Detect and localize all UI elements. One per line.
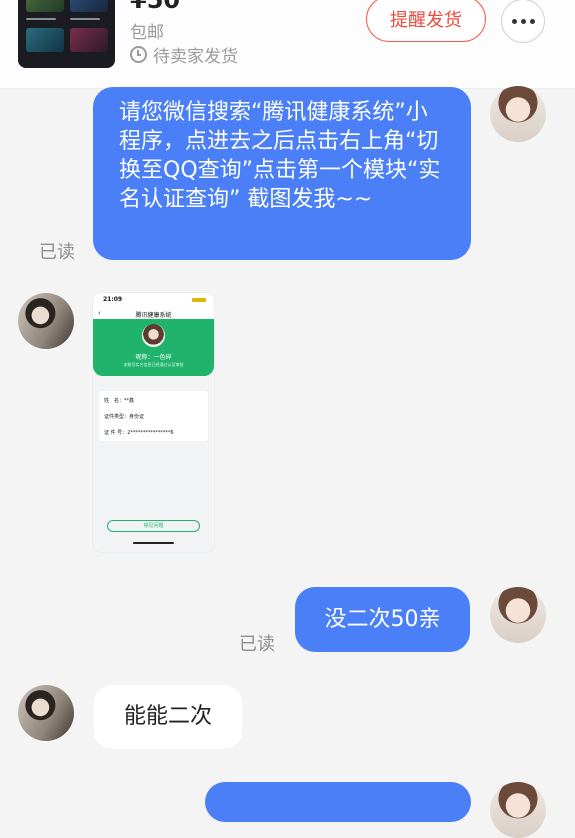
order-status-text: 待卖家发货 <box>153 47 238 67</box>
seller-avatar[interactable] <box>18 293 74 349</box>
shot-title: 腾讯健康系统 <box>135 312 172 319</box>
shipping-label: 包邮 <box>130 23 164 43</box>
more-dot <box>511 18 517 24</box>
profile-avatar <box>142 324 165 347</box>
thumb-tile <box>70 28 108 52</box>
more-dot <box>520 18 526 24</box>
order-price: ¥50 <box>130 0 181 14</box>
shot-time: 21:09 <box>103 296 123 303</box>
image-message[interactable]: 21:09 ‹ 腾讯健康系统 昵称：一色碎 本账号实名信息已经通过认证审核 姓 … <box>93 293 214 552</box>
product-thumbnail[interactable] <box>18 0 115 68</box>
identity-row: 证 件 号：2****************6 <box>104 430 174 436</box>
remind-ship-button[interactable]: 提醒发货 <box>366 0 486 42</box>
my-avatar[interactable] <box>490 782 546 838</box>
profile-subtitle: 本账号实名信息已经通过认证审核 <box>123 362 184 367</box>
message-bubble-sent[interactable]: 请您微信搜索“腾讯健康系统”小程序，点进去之后点击右上角“切换至QQ查询”点击第… <box>93 87 471 260</box>
battery-icon <box>192 298 206 302</box>
message-bubble-received[interactable]: 能能二次 <box>94 685 242 749</box>
more-icon[interactable] <box>501 0 545 43</box>
message-bubble-sent[interactable]: 没二次50亲 <box>295 587 470 652</box>
more-dot <box>529 18 535 24</box>
my-avatar[interactable] <box>490 86 546 142</box>
order-card[interactable]: ¥50 包邮 待卖家发货 提醒发货 <box>0 0 575 89</box>
identity-row: 姓 名：**鑫 <box>104 398 135 404</box>
message-bubble-sent[interactable] <box>205 782 471 822</box>
read-receipt: 已读 <box>239 634 275 655</box>
thumb-tile <box>70 0 108 12</box>
thumb-caption <box>26 18 56 20</box>
my-avatar[interactable] <box>490 587 546 643</box>
identity-card: 姓 名：**鑫 证件类型：身份证 证 件 号：2****************… <box>99 391 208 441</box>
thumb-caption <box>70 18 100 20</box>
seller-avatar[interactable] <box>18 685 74 741</box>
thumb-tile <box>26 0 64 12</box>
identity-row: 证件类型：身份证 <box>104 414 145 420</box>
order-status: 待卖家发货 <box>130 42 238 67</box>
thumb-tile <box>26 28 64 52</box>
faq-button: 常见问题 <box>107 520 200 532</box>
read-receipt: 已读 <box>39 242 75 263</box>
clock-icon <box>130 46 147 63</box>
profile-nickname: 昵称：一色碎 <box>135 354 172 361</box>
home-indicator <box>133 542 174 544</box>
